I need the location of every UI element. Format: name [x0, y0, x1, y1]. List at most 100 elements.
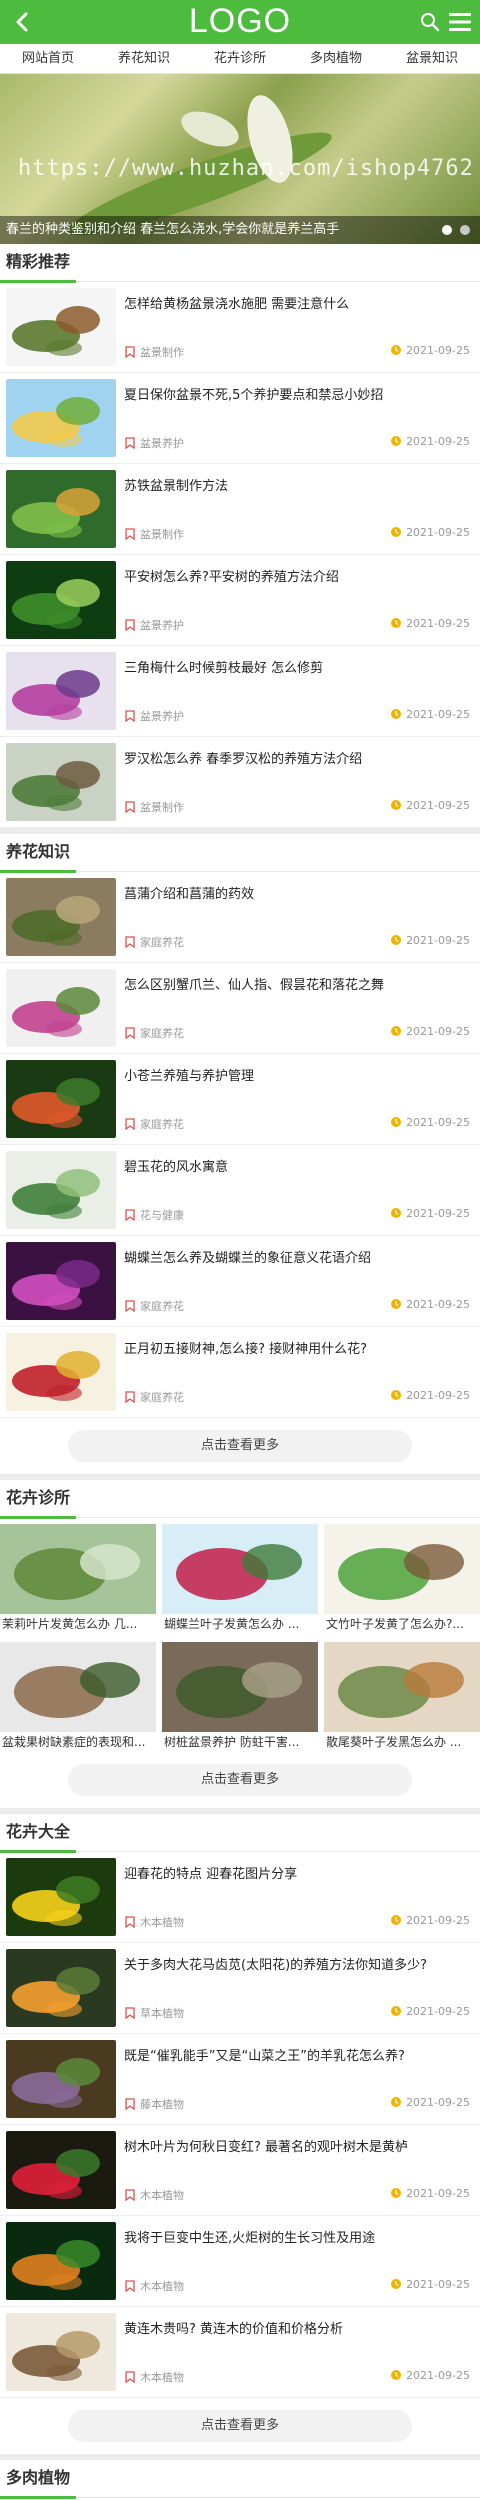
article-title[interactable]: 菖蒲介绍和菖蒲的药效 — [124, 886, 470, 904]
article-category[interactable]: 家庭养花 — [124, 1116, 184, 1132]
article-title[interactable]: 正月初五接财神,怎么接? 接财神用什么花? — [124, 1341, 470, 1359]
article-thumbnail[interactable] — [6, 969, 116, 1047]
article-category[interactable]: 藤本植物 — [124, 2096, 184, 2112]
list-item[interactable]: 平安树怎么养?平安树的养殖方法介绍 盆景养护 2021-09-25 — [0, 555, 480, 646]
article-thumbnail[interactable] — [6, 743, 116, 821]
article-image[interactable] — [6, 2131, 116, 2209]
list-item[interactable]: 正月初五接财神,怎么接? 接财神用什么花? 家庭养花 2021-09-25 — [0, 1327, 480, 1418]
article-category[interactable]: 家庭养花 — [124, 1298, 184, 1314]
banner-caption[interactable]: 春兰的种类鉴别和介绍 春兰怎么浇水,学会你就是养兰高手 — [0, 216, 480, 244]
list-item[interactable]: 苏铁盆景制作方法 盆景制作 2021-09-25 — [0, 464, 480, 555]
article-title[interactable]: 蝴蝶兰怎么养及蝴蝶兰的象征意义花语介绍 — [124, 1250, 470, 1268]
list-item[interactable]: 我将于巨变中生还,火炬树的生长习性及用途 木本植物 2021-09-25 — [0, 2216, 480, 2307]
article-image[interactable] — [6, 1333, 116, 1411]
article-thumbnail[interactable] — [6, 1858, 116, 1936]
clinic-grid-item[interactable]: 文竹叶子发黄了怎么办?... — [324, 1524, 480, 1634]
clinic-label[interactable]: 文竹叶子发黄了怎么办?... — [324, 1614, 480, 1634]
article-category[interactable]: 盆景养护 — [124, 708, 184, 724]
article-title[interactable]: 碧玉花的风水寓意 — [124, 1159, 470, 1177]
clinic-thumbnail[interactable] — [162, 1642, 318, 1732]
clinic-thumbnail[interactable] — [324, 1642, 480, 1732]
article-category[interactable]: 木本植物 — [124, 1914, 184, 1930]
article-thumbnail[interactable] — [6, 1151, 116, 1229]
article-thumbnail[interactable] — [6, 561, 116, 639]
clinic-image[interactable] — [0, 1642, 156, 1732]
article-image[interactable] — [6, 561, 116, 639]
clinic-thumbnail[interactable] — [324, 1524, 480, 1614]
article-image[interactable] — [6, 878, 116, 956]
list-item[interactable]: 怎么区别蟹爪兰、仙人指、假昙花和落花之舞 家庭养花 2021-09-25 — [0, 963, 480, 1054]
clinic-grid-item[interactable]: 蝴蝶兰叶子发黄怎么办 ... — [162, 1524, 318, 1634]
nav-flower-knowledge[interactable]: 养花知识 — [96, 44, 192, 73]
article-thumbnail[interactable] — [6, 1949, 116, 2027]
list-item[interactable]: 夏日保你盆景不死,5个养护要点和禁忌小妙招 盆景养护 2021-09-25 — [0, 373, 480, 464]
banner-dot-active[interactable] — [442, 225, 452, 235]
article-category[interactable]: 家庭养花 — [124, 934, 184, 950]
article-title[interactable]: 夏日保你盆景不死,5个养护要点和禁忌小妙招 — [124, 387, 470, 405]
article-image[interactable] — [6, 1242, 116, 1320]
article-thumbnail[interactable] — [6, 1060, 116, 1138]
article-title[interactable]: 平安树怎么养?平安树的养殖方法介绍 — [124, 569, 470, 587]
article-thumbnail[interactable] — [6, 652, 116, 730]
clinic-grid-item[interactable]: 散尾葵叶子发黑怎么办 ... — [324, 1642, 480, 1752]
article-thumbnail[interactable] — [6, 470, 116, 548]
list-item[interactable]: 碧玉花的风水寓意 花与健康 2021-09-25 — [0, 1145, 480, 1236]
clinic-more-button[interactable]: 点击查看更多 — [68, 1764, 412, 1796]
clinic-thumbnail[interactable] — [162, 1524, 318, 1614]
article-category[interactable]: 花与健康 — [124, 1207, 184, 1223]
list-item[interactable]: 罗汉松怎么养 春季罗汉松的养殖方法介绍 盆景制作 2021-09-25 — [0, 737, 480, 828]
list-item[interactable]: 既是“催乳能手”又是“山菜之王”的羊乳花怎么养? 藤本植物 2021-09-25 — [0, 2034, 480, 2125]
article-image[interactable] — [6, 652, 116, 730]
article-image[interactable] — [6, 2313, 116, 2391]
article-thumbnail[interactable] — [6, 2040, 116, 2118]
article-image[interactable] — [6, 1151, 116, 1229]
clinic-grid-item[interactable]: 树桩盆景养护 防蛀干害... — [162, 1642, 318, 1752]
article-image[interactable] — [6, 2040, 116, 2118]
clinic-image[interactable] — [324, 1524, 480, 1614]
article-image[interactable] — [6, 969, 116, 1047]
clinic-image[interactable] — [162, 1524, 318, 1614]
list-item[interactable]: 黄连木贵吗? 黄连木的价值和价格分析 木本植物 2021-09-25 — [0, 2307, 480, 2398]
clinic-thumbnail[interactable] — [0, 1642, 156, 1732]
knowledge-more-button[interactable]: 点击查看更多 — [68, 1430, 412, 1462]
list-item[interactable]: 蝴蝶兰怎么养及蝴蝶兰的象征意义花语介绍 家庭养花 2021-09-25 — [0, 1236, 480, 1327]
article-category[interactable]: 盆景制作 — [124, 799, 184, 815]
article-thumbnail[interactable] — [6, 1242, 116, 1320]
article-thumbnail[interactable] — [6, 1333, 116, 1411]
clinic-label[interactable]: 蝴蝶兰叶子发黄怎么办 ... — [162, 1614, 318, 1634]
clinic-grid-item[interactable]: 茉莉叶片发黄怎么办 几... — [0, 1524, 156, 1634]
search-icon[interactable] — [420, 12, 440, 32]
nav-bonsai-knowledge[interactable]: 盆景知识 — [384, 44, 480, 73]
article-category[interactable]: 盆景制作 — [124, 344, 184, 360]
clinic-label[interactable]: 茉莉叶片发黄怎么办 几... — [0, 1614, 156, 1634]
clinic-image[interactable] — [324, 1642, 480, 1732]
article-title[interactable]: 苏铁盆景制作方法 — [124, 478, 470, 496]
article-thumbnail[interactable] — [6, 2131, 116, 2209]
clinic-label[interactable]: 树桩盆景养护 防蛀干害... — [162, 1732, 318, 1752]
list-item[interactable]: 菖蒲介绍和菖蒲的药效 家庭养花 2021-09-25 — [0, 872, 480, 963]
article-title[interactable]: 我将于巨变中生还,火炬树的生长习性及用途 — [124, 2230, 470, 2248]
article-title[interactable]: 迎春花的特点 迎春花图片分享 — [124, 1866, 470, 1884]
clinic-label[interactable]: 盆栽果树缺素症的表现和... — [0, 1732, 156, 1752]
article-thumbnail[interactable] — [6, 379, 116, 457]
article-image[interactable] — [6, 379, 116, 457]
article-title[interactable]: 怎么区别蟹爪兰、仙人指、假昙花和落花之舞 — [124, 977, 470, 995]
article-category[interactable]: 盆景养护 — [124, 617, 184, 633]
list-item[interactable]: 三角梅什么时候剪枝最好 怎么修剪 盆景养护 2021-09-25 — [0, 646, 480, 737]
article-category[interactable]: 木本植物 — [124, 2369, 184, 2385]
article-category[interactable]: 草本植物 — [124, 2005, 184, 2021]
article-title[interactable]: 罗汉松怎么养 春季罗汉松的养殖方法介绍 — [124, 751, 470, 769]
article-title[interactable]: 怎样给黄杨盆景浇水施肥 需要注意什么 — [124, 296, 470, 314]
article-image[interactable] — [6, 1949, 116, 2027]
flowers-more-button[interactable]: 点击查看更多 — [68, 2410, 412, 2442]
article-category[interactable]: 木本植物 — [124, 2187, 184, 2203]
article-category[interactable]: 木本植物 — [124, 2278, 184, 2294]
article-image[interactable] — [6, 1858, 116, 1936]
nav-succulents[interactable]: 多肉植物 — [288, 44, 384, 73]
article-title[interactable]: 黄连木贵吗? 黄连木的价值和价格分析 — [124, 2321, 470, 2339]
site-logo[interactable]: LOGO — [0, 2, 480, 41]
article-title[interactable]: 三角梅什么时候剪枝最好 怎么修剪 — [124, 660, 470, 678]
nav-flower-clinic[interactable]: 花卉诊所 — [192, 44, 288, 73]
article-image[interactable] — [6, 288, 116, 366]
article-image[interactable] — [6, 1060, 116, 1138]
